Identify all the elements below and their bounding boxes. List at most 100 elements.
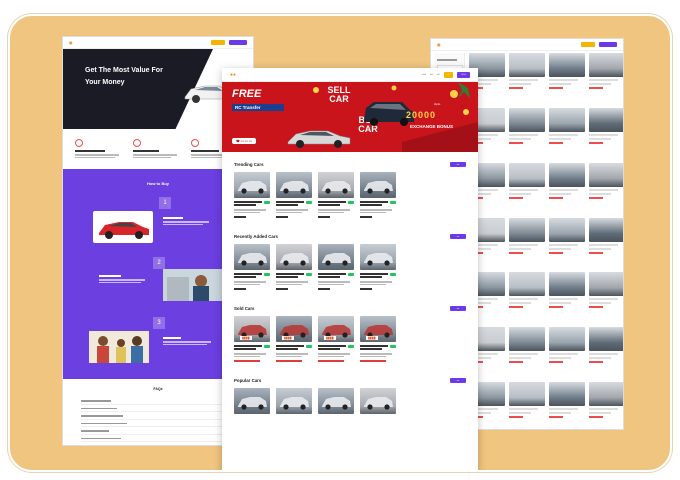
car-section: Popular Cars ▪▪▪ [222,370,478,414]
listing-title [509,408,538,411]
view-all-button[interactable]: ▪▪▪ [450,161,466,167]
listing-title [549,353,578,356]
step-text [163,217,211,225]
listing-card[interactable] [509,217,545,268]
car-card[interactable] [276,244,312,290]
listing-card[interactable] [589,272,623,322]
listing-card[interactable] [509,53,545,103]
listing-card[interactable] [509,327,545,377]
listing-card[interactable] [549,217,585,268]
nav-button[interactable] [599,42,617,47]
car-card[interactable]: ▮▮▮▮ [318,316,354,362]
listing-card[interactable] [589,162,623,213]
car-card[interactable] [276,172,312,218]
listing-card[interactable] [509,107,545,158]
listing-card[interactable] [549,327,585,377]
car-card[interactable]: ▮▮▮▮ [276,316,312,362]
listing-photo [509,107,545,132]
faq-item[interactable]: › [81,420,235,427]
listing-card[interactable] [589,327,623,377]
nav-button[interactable] [211,40,225,45]
faq-item[interactable]: › [81,412,235,420]
nav-button[interactable] [229,40,247,45]
listing-meta [549,302,571,305]
view-all-button[interactable]: ▪▪▪ [450,305,466,311]
section-title: Trending Cars [234,161,264,167]
listing-title [549,298,578,301]
listing-card[interactable] [549,162,585,213]
listing-title [549,133,578,136]
listing-card[interactable] [509,382,545,429]
car-card[interactable] [318,244,354,290]
listing-photo [509,162,545,187]
listing-price [589,416,604,419]
listing-photo [589,217,623,242]
car-meta [276,209,312,213]
listing-photo [549,217,585,242]
faq-item[interactable]: › [81,435,235,442]
listing-card[interactable] [589,107,623,158]
car-card[interactable] [234,388,270,414]
listing-card[interactable] [549,53,585,103]
listing-title [509,353,538,356]
listing-meta [589,137,611,140]
listing-price [549,251,564,254]
nav-link[interactable]: ▪▪▪▪ [422,73,426,76]
sold-tag: ▮▮▮▮ [366,336,378,340]
car-card-row [234,388,466,414]
nav-link[interactable]: ▪▪▪ [430,73,433,76]
listing-card[interactable] [589,382,623,429]
listing-photo [589,327,623,352]
logo: ◉ [69,40,73,45]
car-card[interactable]: ▮▮▮▮ [360,316,396,362]
listing-price [509,251,524,254]
car-card[interactable] [276,388,312,414]
car-card[interactable] [360,388,396,414]
car-card[interactable]: ▮▮▮▮ [234,316,270,362]
nav-button-purple[interactable]: ▪▪▪▪▪ [457,71,470,78]
view-all-button[interactable]: ▪▪▪ [450,377,466,383]
listing-card[interactable] [589,53,623,103]
step-number: 2 [153,257,165,269]
faq-item[interactable]: › [81,405,235,412]
listing-price [589,141,604,144]
car-price [360,288,372,290]
car-card[interactable] [318,388,354,414]
faq-item[interactable]: › [81,397,235,405]
view-all-button[interactable]: ▪▪▪ [450,233,466,239]
listing-card[interactable] [589,217,623,268]
hero-title: Get The Most Value For Your Money [85,67,163,86]
listing-card[interactable] [549,382,585,429]
nav-link[interactable]: ▪▪▪ [437,73,440,76]
listing-card[interactable] [549,272,585,322]
listing-price [549,196,564,199]
listing-price [549,87,564,89]
listing-photo [549,53,585,77]
car-card[interactable] [360,172,396,218]
faq-item[interactable]: › [81,427,235,435]
nav-button[interactable] [581,42,595,47]
listing-card[interactable] [549,107,585,158]
logo: ◉ [437,42,441,47]
car-photo: ▮▮▮▮ [318,316,354,342]
car-card[interactable] [234,244,270,290]
listing-card[interactable] [509,162,545,213]
feature-item [133,139,183,159]
car-photo [276,244,312,270]
car-section: Trending Cars ▪▪▪ [222,154,478,218]
rating-badge [390,201,396,204]
nav-button-yellow[interactable]: ▪▪ [443,71,454,78]
step-image [93,211,153,243]
listing-meta [589,357,611,360]
listing-title [589,298,618,301]
rating-badge [306,345,312,348]
section-header: Recently Added Cars ▪▪▪ [234,230,466,242]
car-card[interactable] [360,244,396,290]
car-card[interactable] [234,172,270,218]
car-card[interactable] [318,172,354,218]
car-price [360,360,386,362]
step-image [89,331,149,363]
promo-banner[interactable]: FREE RC Transfer ☎ ▪▪▪ ▪▪▪ ▪▪▪ SELL CAR … [222,82,478,152]
listing-card[interactable] [509,272,545,322]
car-price [234,216,246,218]
